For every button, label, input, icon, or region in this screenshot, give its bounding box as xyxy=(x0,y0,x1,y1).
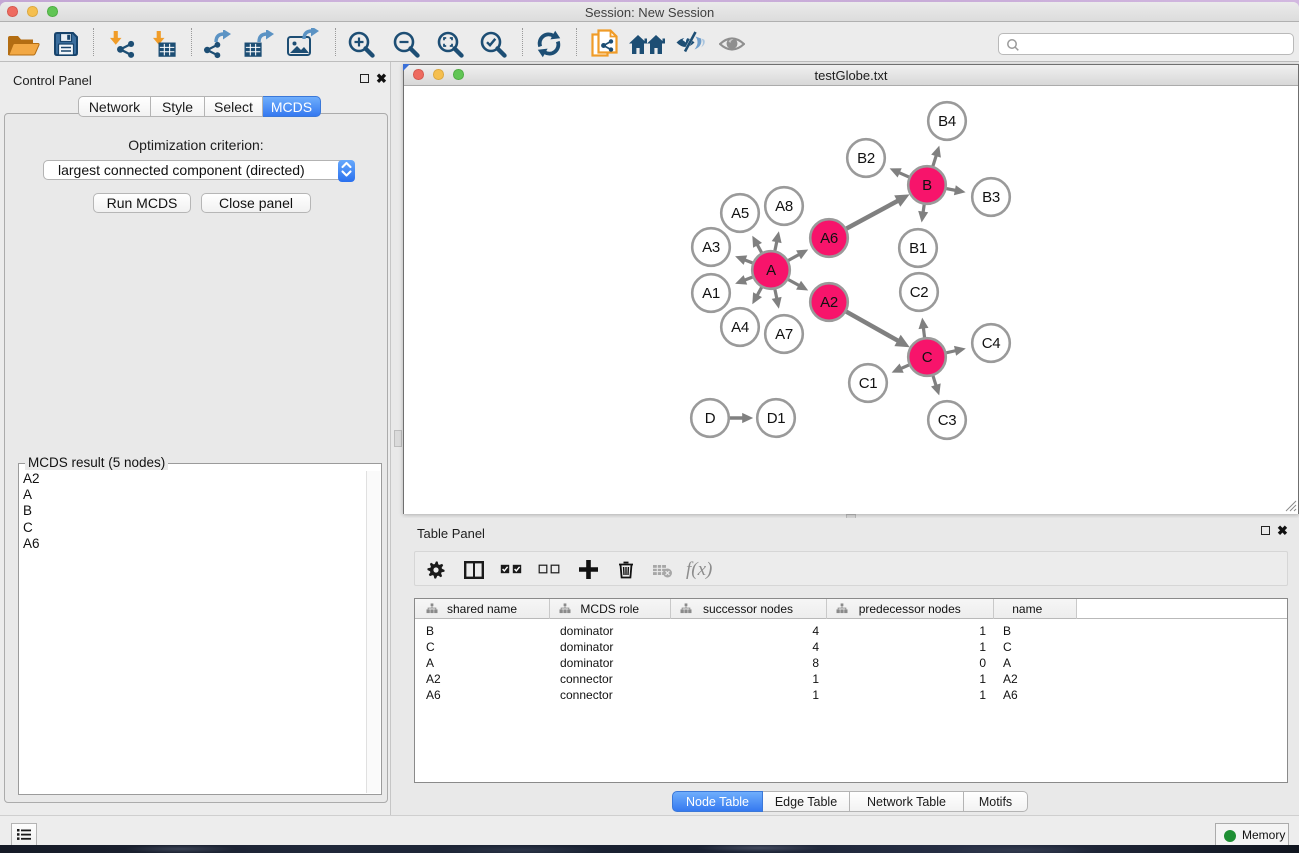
svg-text:C: C xyxy=(922,349,933,366)
svg-text:A7: A7 xyxy=(775,326,793,343)
svg-text:A4: A4 xyxy=(731,319,749,336)
svg-text:C3: C3 xyxy=(938,412,957,429)
svg-text:B2: B2 xyxy=(857,150,875,167)
svg-text:A8: A8 xyxy=(775,198,793,215)
svg-text:D: D xyxy=(705,410,716,427)
svg-text:A6: A6 xyxy=(820,230,838,247)
svg-text:A1: A1 xyxy=(702,285,720,302)
svg-text:D1: D1 xyxy=(767,410,786,427)
svg-text:B4: B4 xyxy=(938,113,956,130)
svg-text:B: B xyxy=(922,177,932,194)
svg-text:A5: A5 xyxy=(731,205,749,222)
svg-text:A2: A2 xyxy=(820,294,838,311)
svg-text:C2: C2 xyxy=(910,284,929,301)
svg-text:A: A xyxy=(766,262,776,279)
svg-text:C1: C1 xyxy=(859,375,878,392)
svg-text:A3: A3 xyxy=(702,239,720,256)
svg-text:B3: B3 xyxy=(982,189,1000,206)
svg-text:C4: C4 xyxy=(982,335,1001,352)
svg-text:f(x): f(x) xyxy=(686,560,712,580)
svg-text:B1: B1 xyxy=(909,240,927,257)
